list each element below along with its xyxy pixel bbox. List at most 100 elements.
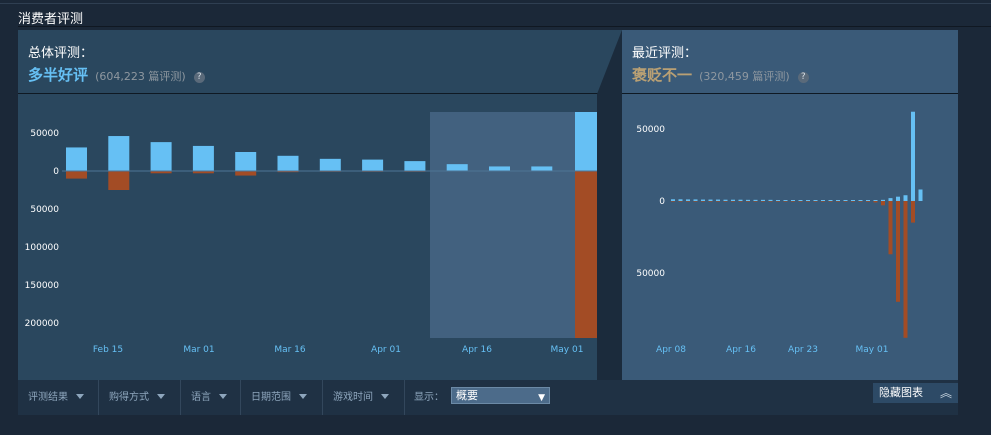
positive-review-bar (738, 199, 743, 201)
positive-review-bar (903, 195, 908, 201)
positive-review-bar (866, 200, 870, 201)
recent-histogram: 50000 0 50000 Apr 08 Apr 16 Apr 23 May 01 (636, 111, 923, 355)
negative-review-bar (911, 201, 915, 223)
x-tick-label: May 01 (856, 345, 889, 355)
y-tick-label: 150000 (25, 281, 60, 291)
filter-language-label: 语言 (191, 392, 211, 403)
y-tick-label: 100000 (25, 243, 60, 253)
filter-review-type-label: 评测结果 (28, 392, 68, 403)
filter-language[interactable]: 语言 (181, 380, 241, 415)
positive-review-bar (828, 200, 833, 201)
positive-review-bar (873, 200, 878, 201)
negative-review-bar (693, 201, 698, 202)
negative-review-bar (828, 201, 833, 202)
positive-review-bar (753, 199, 758, 201)
chevron-down-icon: ▼ (538, 393, 545, 403)
positive-review-bar (235, 152, 257, 171)
x-tick-label: Mar 01 (183, 345, 214, 355)
positive-review-bar (671, 199, 675, 201)
negative-review-bar (821, 201, 825, 202)
negative-review-bar (731, 201, 735, 202)
negative-review-bar (753, 201, 758, 202)
positive-review-bar (723, 199, 728, 201)
positive-review-bar (896, 196, 900, 201)
positive-review-bar (911, 111, 915, 201)
caret-down-icon (219, 394, 227, 399)
x-tick-label: Apr 16 (462, 345, 492, 355)
positive-review-bar (836, 200, 840, 201)
positive-review-bar (404, 161, 426, 171)
display-select[interactable]: 概要 ▼ (451, 387, 550, 404)
negative-review-bar (66, 171, 87, 179)
positive-review-bar (489, 166, 510, 171)
y-tick-label: 50000 (30, 205, 59, 215)
negative-review-bar (881, 201, 885, 206)
positive-review-bar (843, 200, 848, 201)
negative-review-bar (701, 201, 705, 202)
caret-down-icon (76, 394, 84, 399)
positive-review-bar (761, 199, 765, 201)
positive-review-bar (446, 164, 468, 171)
filter-purchase-type[interactable]: 购得方式 (99, 380, 181, 415)
positive-review-bar (319, 158, 341, 171)
positive-review-bar (881, 199, 885, 201)
positive-review-bar (362, 159, 384, 171)
x-tick-label: Apr 01 (371, 345, 401, 355)
negative-review-bar (888, 201, 893, 255)
filter-playtime-label: 游戏时间 (333, 392, 373, 403)
x-tick-label: May 01 (551, 345, 584, 355)
positive-review-bar (813, 200, 818, 201)
positive-review-bar (531, 166, 553, 171)
x-tick-label: Feb 15 (93, 345, 123, 355)
positive-review-bar (678, 199, 683, 201)
hide-chart-button[interactable]: 隐藏图表 ︽ (873, 383, 958, 403)
negative-review-bar (776, 201, 780, 202)
positive-review-bar (851, 200, 855, 201)
positive-review-bar (192, 145, 214, 171)
positive-review-bar (716, 199, 720, 201)
positive-review-bar (108, 136, 130, 171)
positive-review-bar (768, 199, 773, 201)
negative-review-bar (903, 201, 908, 338)
caret-down-icon (299, 394, 307, 399)
negative-review-bar (723, 201, 728, 202)
positive-review-bar (693, 199, 698, 201)
negative-review-bar (843, 201, 848, 202)
negative-review-bar (836, 201, 840, 202)
y-tick-label: 50000 (30, 129, 59, 139)
positive-review-bar (277, 155, 299, 171)
positive-review-bar (66, 147, 87, 171)
hide-chart-label: 隐藏图表 (879, 386, 923, 399)
filter-date-range[interactable]: 日期范围 (241, 380, 323, 415)
x-tick-label: Apr 08 (656, 345, 686, 355)
filter-playtime[interactable]: 游戏时间 (323, 380, 405, 415)
y-tick-label: 50000 (636, 125, 665, 135)
filter-date-range-label: 日期范围 (251, 392, 291, 403)
positive-review-bar (791, 199, 795, 201)
negative-review-bar (858, 201, 863, 202)
recent-range-highlight (430, 112, 597, 338)
negative-review-bar (746, 201, 750, 202)
x-tick-label: Apr 23 (788, 345, 818, 355)
negative-review-bar (761, 201, 765, 202)
y-tick-label: 0 (53, 167, 59, 177)
caret-down-icon (381, 394, 389, 399)
positive-review-bar (686, 199, 690, 201)
positive-review-bar (806, 200, 810, 201)
positive-review-bar (575, 112, 597, 171)
filter-review-type[interactable]: 评测结果 (18, 380, 99, 415)
positive-review-bar (918, 189, 923, 201)
negative-review-bar (866, 201, 870, 202)
negative-review-bar (235, 171, 257, 176)
negative-review-bar (671, 201, 675, 202)
y-tick-label: 200000 (25, 319, 60, 329)
review-filter-bar: 评测结果 购得方式 语言 日期范围 游戏时间 显示： 概要 ▼ (18, 380, 958, 415)
negative-review-bar (798, 201, 803, 202)
negative-review-bar (806, 201, 810, 202)
display-label: 显示： (414, 392, 444, 403)
double-chevron-up-icon: ︽ (939, 386, 952, 400)
negative-review-bar (108, 171, 130, 190)
positive-review-bar (783, 199, 788, 201)
negative-review-bar (791, 201, 795, 202)
filter-purchase-type-label: 购得方式 (109, 392, 149, 403)
